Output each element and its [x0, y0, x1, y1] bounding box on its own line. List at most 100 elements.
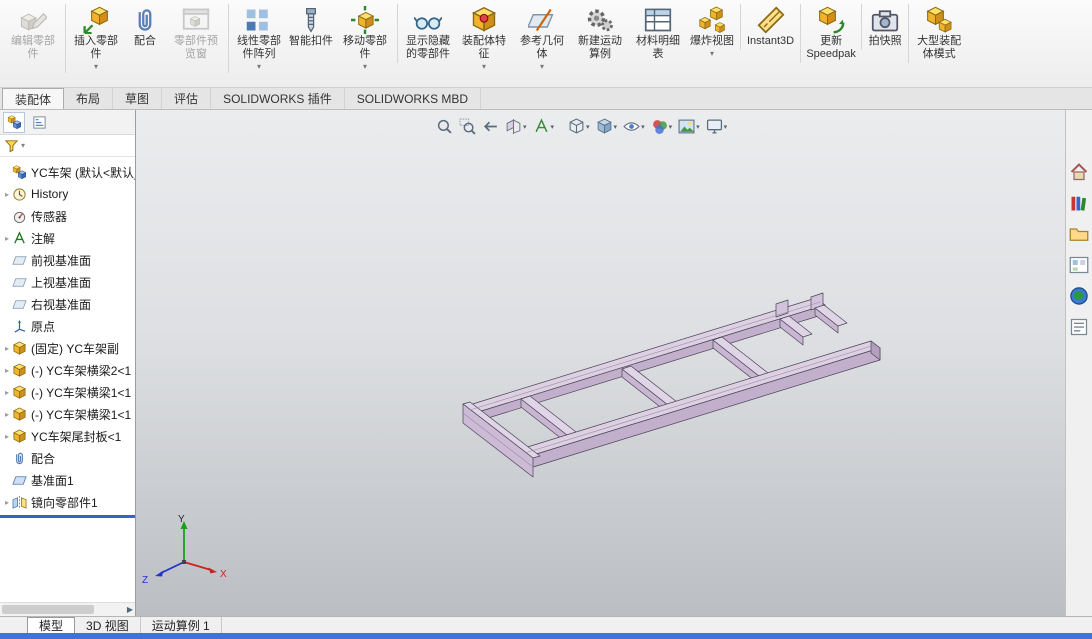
- view-settings-button[interactable]: ▾: [706, 118, 727, 135]
- large-assembly-mode-button[interactable]: 大型装配体模式: [908, 4, 966, 63]
- expand-arrow-icon[interactable]: ▸: [2, 410, 12, 419]
- fastener-icon: [297, 6, 325, 34]
- tree-item-history[interactable]: ▸ History: [0, 183, 135, 205]
- section-view-button[interactable]: ▾: [505, 118, 527, 135]
- expand-arrow-icon[interactable]: ▸: [2, 388, 12, 397]
- monitor-icon: [706, 118, 723, 135]
- panel-expand-arrow[interactable]: ▶: [127, 605, 133, 614]
- tree-item-crossbeam1b[interactable]: ▸ (-) YC车架横梁1<1: [0, 403, 135, 425]
- panel-horizontal-scrollbar[interactable]: ▶: [0, 602, 135, 616]
- zoom-area-button[interactable]: [459, 118, 476, 135]
- tab-assembly[interactable]: 装配体: [2, 88, 65, 109]
- assembly-features-button[interactable]: 装配体特征 ▾: [455, 4, 513, 73]
- reference-geometry-button[interactable]: 参考几何体 ▾: [513, 4, 571, 73]
- tree-item-plane1[interactable]: ▸ 基准面1: [0, 469, 135, 491]
- taskpane-custom-properties-button[interactable]: [1069, 317, 1089, 337]
- tree-item-component-fixed[interactable]: ▸ (固定) YC车架副: [0, 337, 135, 359]
- tree-item-annotations[interactable]: ▸ 注解: [0, 227, 135, 249]
- tree-item-origin[interactable]: ▸ 原点: [0, 315, 135, 337]
- take-snapshot-button[interactable]: 拍快照: [861, 4, 905, 50]
- panel-tab-bar: [0, 110, 135, 135]
- exploded-icon: [698, 6, 726, 34]
- expand-arrow-icon[interactable]: ▸: [2, 344, 12, 353]
- tab-solidworks-mbd[interactable]: SOLIDWORKS MBD: [345, 88, 482, 109]
- expand-arrow-icon[interactable]: ▸: [2, 498, 12, 507]
- annotation-view-button[interactable]: ▾: [533, 118, 555, 135]
- edit-component-button[interactable]: 编辑零部件: [4, 4, 62, 63]
- exploded-view-button[interactable]: 爆炸视图 ▾: [687, 4, 737, 60]
- show-hidden-components-button[interactable]: 显示隐藏的零部件: [397, 4, 455, 63]
- smart-fasteners-button[interactable]: 智能扣件: [286, 4, 336, 50]
- featuremanager-tab[interactable]: [3, 111, 25, 133]
- plane-icon: [12, 297, 27, 312]
- mate-button[interactable]: 配合: [123, 4, 167, 50]
- tree-item-front-plane[interactable]: ▸ 前视基准面: [0, 249, 135, 271]
- bottom-tab-model[interactable]: 模型: [27, 617, 76, 633]
- annotation-view-icon: [533, 118, 550, 135]
- feature-tree: ▸ YC车架 (默认<默认_ ▸ History ▸ 传感器 ▸ 注解 ▸ 前视…: [0, 157, 135, 513]
- expand-arrow-icon[interactable]: ▸: [2, 190, 12, 199]
- asm-features-icon: [470, 6, 498, 34]
- bill-of-materials-button[interactable]: 材料明细表: [629, 4, 687, 63]
- tree-item-right-plane[interactable]: ▸ 右视基准面: [0, 293, 135, 315]
- taskpane-design-library-button[interactable]: [1069, 193, 1089, 213]
- ribbon-button-label: 零部件预览窗: [174, 35, 218, 60]
- plane-icon: [12, 253, 27, 268]
- tree-item-mates[interactable]: ▸ 配合: [0, 447, 135, 469]
- document-tab-label: 3D 视图: [86, 618, 129, 633]
- tab-evaluate[interactable]: 评估: [162, 88, 212, 109]
- solidworks-window: 编辑零部件 插入零部件 ▾ 配合 零部件预览窗 线性零部件阵列 ▾ 智能扣件 移…: [0, 0, 1092, 639]
- ribbon-button-label: 显示隐藏的零部件: [406, 35, 450, 60]
- tab-solidworks-addins[interactable]: SOLIDWORKS 插件: [211, 88, 345, 109]
- tree-item-crossbeam2[interactable]: ▸ (-) YC车架横梁2<1: [0, 359, 135, 381]
- tree-item-label: 注解: [31, 231, 56, 246]
- speedpak-icon: [817, 6, 845, 34]
- displaymanager-tab[interactable]: [28, 112, 50, 133]
- taskpane-home-button[interactable]: [1069, 162, 1089, 182]
- bottom-tab-motion-study[interactable]: 运动算例 1: [141, 617, 222, 633]
- expand-arrow-icon[interactable]: ▸: [2, 366, 12, 375]
- expand-arrow-icon[interactable]: ▸: [2, 432, 12, 441]
- tree-item-mirror-component[interactable]: ▸ 镜向零部件1: [0, 491, 135, 513]
- tab-sketch[interactable]: 草图: [113, 88, 163, 109]
- hide-show-items-button[interactable]: ▾: [623, 118, 645, 135]
- tree-item-tail-plate[interactable]: ▸ YC车架尾封板<1: [0, 425, 135, 447]
- scrollbar-thumb[interactable]: [2, 605, 94, 614]
- tree-item-crossbeam1a[interactable]: ▸ (-) YC车架横梁1<1: [0, 381, 135, 403]
- tab-label: SOLIDWORKS MBD: [356, 91, 469, 106]
- linear-component-pattern-button[interactable]: 线性零部件阵列 ▾: [228, 4, 286, 73]
- taskpane-view-palette-button[interactable]: [1069, 255, 1089, 275]
- update-speedpak-button[interactable]: 更新 Speedpak: [800, 4, 858, 63]
- zoom-fit-button[interactable]: [436, 118, 453, 135]
- bottom-tab-3d-views[interactable]: 3D 视图: [75, 617, 141, 633]
- preview-window-icon: [182, 6, 210, 34]
- assembly-3d-model[interactable]: [136, 110, 1065, 616]
- document-tab-label: 模型: [39, 619, 64, 633]
- component-preview-window-button[interactable]: 零部件预览窗: [167, 4, 225, 63]
- new-motion-study-button[interactable]: 新建运动算例: [571, 4, 629, 63]
- previous-view-button[interactable]: [482, 118, 499, 135]
- graphics-area[interactable]: ▾ ▾ ▾ ▾ ▾ ▾ ▾ ▾ Y X Z: [136, 110, 1065, 616]
- tree-item-sensors[interactable]: ▸ 传感器: [0, 205, 135, 227]
- tree-item-top-plane[interactable]: ▸ 上视基准面: [0, 271, 135, 293]
- instant3d-button[interactable]: Instant3D: [740, 4, 797, 50]
- apply-scene-button[interactable]: ▾: [678, 118, 700, 135]
- tab-label: 评估: [174, 92, 199, 106]
- view-orientation-button[interactable]: ▾: [568, 118, 590, 135]
- motion-icon: [586, 6, 614, 34]
- display-style-button[interactable]: ▾: [596, 118, 617, 135]
- ribbon-button-label: 编辑零部件: [11, 35, 55, 60]
- tree-item-label: 配合: [31, 451, 56, 466]
- taskpane-file-explorer-button[interactable]: [1069, 224, 1089, 244]
- tree-item-assembly-root[interactable]: ▸ YC车架 (默认<默认_: [0, 161, 135, 183]
- expand-arrow-icon[interactable]: ▸: [2, 234, 12, 243]
- triad-y-label: Y: [178, 514, 185, 525]
- insert-components-button[interactable]: 插入零部件 ▾: [65, 4, 123, 73]
- plane-icon: [12, 275, 27, 290]
- taskpane-appearances-button[interactable]: [1069, 286, 1089, 306]
- tab-layout[interactable]: 布局: [64, 88, 114, 109]
- move-component-button[interactable]: 移动零部件 ▾: [336, 4, 394, 73]
- tree-filter-bar[interactable]: ▾: [0, 135, 135, 157]
- chevron-down-icon: ▾: [550, 123, 555, 131]
- edit-appearance-button[interactable]: ▾: [651, 118, 672, 135]
